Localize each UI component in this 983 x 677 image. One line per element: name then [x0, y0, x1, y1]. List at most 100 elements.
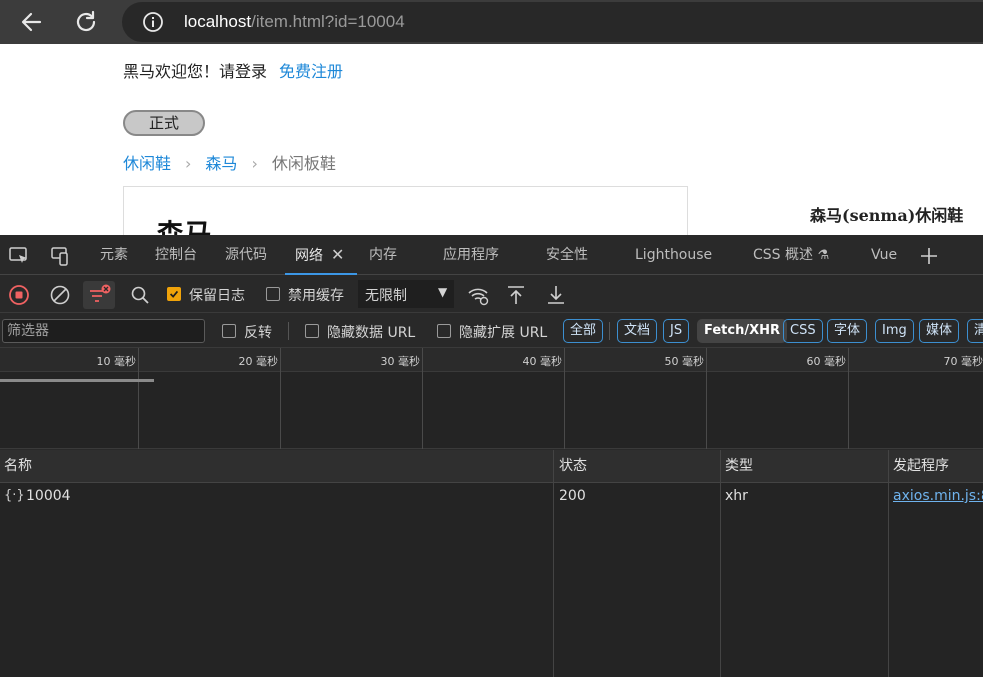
throttle-value: 无限制	[365, 288, 407, 304]
column-divider[interactable]	[553, 450, 554, 677]
close-tab-icon[interactable]: ✕	[331, 245, 344, 264]
column-header-name[interactable]: 名称	[0, 450, 32, 483]
export-har-icon[interactable]	[543, 282, 569, 308]
filter-fetch-xhr[interactable]: Fetch/XHR	[697, 319, 788, 343]
filter-img[interactable]: Img	[875, 319, 914, 343]
disable-cache-checkbox[interactable]	[266, 287, 280, 301]
welcome-bar: 黑马欢迎您！请登录 免费注册	[123, 58, 343, 82]
devtools-tab-bar: 元素 控制台 源代码 网络 ✕ 内存 应用程序 安全性 Lighthouse CS…	[0, 235, 983, 275]
inspect-element-icon[interactable]	[8, 245, 30, 267]
timeline-gridline	[564, 348, 565, 449]
timeline-tick-label: 50 毫秒	[664, 355, 705, 368]
request-status: 200	[559, 488, 586, 504]
dropdown-arrow-icon: ▼	[438, 285, 448, 299]
divider	[288, 322, 289, 340]
throttle-select[interactable]: 无限制 ▼	[358, 280, 454, 308]
tab-network[interactable]: 网络 ✕	[285, 235, 357, 275]
record-stop-icon[interactable]	[6, 282, 32, 308]
reload-icon[interactable]	[72, 8, 100, 36]
disable-cache-label: 禁用缓存	[288, 288, 344, 304]
tab-css-overview[interactable]: CSS 概述 ⚗	[753, 235, 829, 275]
filter-doc[interactable]: 文档	[617, 319, 658, 343]
timeline-gridline	[706, 348, 707, 449]
tab-console[interactable]: 控制台	[155, 235, 197, 275]
device-emulation-icon[interactable]	[49, 245, 71, 267]
breadcrumb-current: 休闲板鞋	[271, 154, 336, 173]
invert-label: 反转	[244, 325, 272, 341]
table-header: 名称 状态 类型 发起程序	[0, 450, 983, 483]
request-type: xhr	[725, 488, 748, 504]
hide-data-url-label: 隐藏数据 URL	[327, 325, 416, 341]
network-toolbar: 保留日志 禁用缓存 无限制 ▼	[0, 276, 983, 313]
browser-toolbar: localhost/item.html?id=10004	[0, 0, 983, 44]
tab-security[interactable]: 安全性	[546, 235, 588, 275]
timeline-tick-label: 40 毫秒	[522, 355, 563, 368]
filter-js[interactable]: JS	[663, 319, 690, 343]
divider	[609, 322, 610, 340]
timeline-gridline	[280, 348, 281, 449]
timeline-overview[interactable]: 10 毫秒 20 毫秒 30 毫秒 40 毫秒 50 毫秒 60 毫秒 70 毫…	[0, 348, 983, 449]
register-link[interactable]: 免费注册	[279, 62, 343, 81]
timeline-tick-label: 60 毫秒	[806, 355, 847, 368]
filter-all[interactable]: 全部	[563, 319, 604, 343]
product-title: 森马(senma)休闲鞋	[810, 206, 964, 225]
import-har-icon[interactable]	[503, 282, 529, 308]
welcome-login-text[interactable]: 黑马欢迎您！请登录	[123, 62, 267, 81]
search-icon[interactable]	[127, 282, 153, 308]
page-content: 黑马欢迎您！请登录 免费注册 正式 休闲鞋 › 森马 › 休闲板鞋 森马 森马(senma…	[0, 44, 983, 235]
url-text: localhost/item.html?id=10004	[184, 12, 405, 32]
tab-css-overview-label: CSS 概述	[753, 247, 813, 263]
tab-application[interactable]: 应用程序	[443, 235, 499, 275]
address-bar[interactable]: localhost/item.html?id=10004	[122, 2, 983, 42]
hide-ext-url-checkbox[interactable]	[437, 324, 451, 338]
tab-vue[interactable]: Vue	[871, 235, 897, 275]
request-initiator-link[interactable]: axios.min.js:8	[893, 488, 983, 504]
timeline-gridline	[422, 348, 423, 449]
brand-logo: 森马	[156, 218, 213, 235]
filter-input[interactable]: 筛选器	[2, 319, 205, 343]
tab-memory[interactable]: 内存	[369, 235, 397, 275]
tab-network-label: 网络	[295, 248, 323, 264]
column-header-status[interactable]: 状态	[555, 450, 587, 483]
preserve-log-checkbox[interactable]	[167, 287, 181, 301]
tab-elements[interactable]: 元素	[100, 235, 128, 275]
clear-icon[interactable]	[47, 282, 73, 308]
filter-css[interactable]: CSS	[783, 319, 823, 343]
json-request-icon: {·}	[4, 488, 25, 503]
invert-checkbox[interactable]	[222, 324, 236, 338]
request-name[interactable]: 10004	[26, 488, 71, 504]
product-image: 森马	[123, 186, 688, 235]
column-header-type[interactable]: 类型	[721, 450, 753, 483]
column-divider[interactable]	[720, 450, 721, 677]
filter-more[interactable]: 清	[967, 319, 983, 343]
column-divider[interactable]	[888, 450, 889, 677]
chevron-right-icon: ›	[251, 154, 258, 173]
timeline-tick-label: 70 毫秒	[943, 355, 983, 368]
timeline-tick-label: 30 毫秒	[380, 355, 421, 368]
tab-sources[interactable]: 源代码	[225, 235, 267, 275]
hide-ext-url-label: 隐藏扩展 URL	[459, 325, 548, 341]
timeline-gridline	[848, 348, 849, 449]
preserve-log-label: 保留日志	[189, 288, 245, 304]
request-timing-bar	[0, 379, 154, 382]
devtools-panel: 元素 控制台 源代码 网络 ✕ 内存 应用程序 安全性 Lighthouse CS…	[0, 235, 983, 677]
url-host: localhost	[184, 12, 252, 31]
site-info-icon[interactable]	[142, 11, 164, 33]
tab-lighthouse[interactable]: Lighthouse	[635, 235, 712, 275]
official-button[interactable]: 正式	[123, 110, 205, 136]
hide-data-url-checkbox[interactable]	[305, 324, 319, 338]
timeline-gridline	[138, 348, 139, 449]
column-header-initiator[interactable]: 发起程序	[889, 450, 949, 483]
filter-toggle-icon[interactable]	[83, 281, 115, 309]
breadcrumb-link[interactable]: 休闲鞋	[123, 154, 171, 173]
add-tab-icon[interactable]	[918, 245, 940, 267]
filter-media[interactable]: 媒体	[919, 319, 960, 343]
filter-bar: 筛选器 反转 隐藏数据 URL 隐藏扩展 URL 全部 文档 JS Fetch/…	[0, 314, 983, 348]
breadcrumb-link[interactable]: 森马	[205, 154, 237, 173]
breadcrumb: 休闲鞋 › 森马 › 休闲板鞋	[123, 150, 336, 174]
back-icon[interactable]	[18, 8, 46, 36]
timeline-tick-label: 10 毫秒	[96, 355, 137, 368]
request-table: 名称 状态 类型 发起程序 {·} 10004 200 xhr axios.mi…	[0, 450, 983, 677]
filter-font[interactable]: 字体	[827, 319, 868, 343]
network-conditions-icon[interactable]	[465, 282, 491, 308]
